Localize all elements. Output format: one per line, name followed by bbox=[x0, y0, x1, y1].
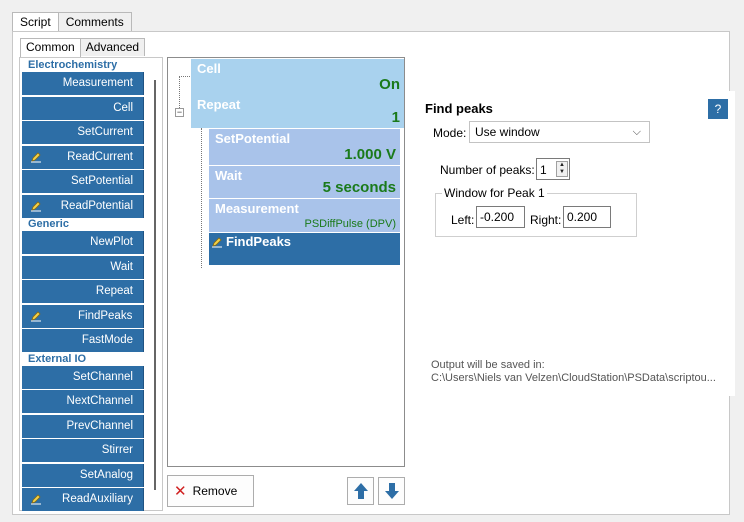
block-value: 5 seconds bbox=[322, 179, 396, 196]
palette-item-setcurrent[interactable]: SetCurrent bbox=[22, 121, 144, 144]
output-location: Output will be saved in: C:\Users\Niels … bbox=[431, 359, 716, 385]
palette-item-label: ReadCurrent bbox=[67, 150, 133, 163]
palette-item-readauxiliary[interactable]: ReadAuxiliary bbox=[22, 488, 144, 511]
palette-item-label: ReadAuxiliary bbox=[62, 493, 133, 505]
palette-scrollbar[interactable] bbox=[154, 80, 156, 490]
tab-comments[interactable]: Comments bbox=[58, 12, 132, 32]
palette-item-setchannel[interactable]: SetChannel bbox=[22, 365, 144, 389]
window-groupbox: Window for Peak 1 Left: -0.200 Right: 0.… bbox=[435, 186, 637, 237]
palette-item-setanalog[interactable]: SetAnalog bbox=[22, 463, 144, 487]
block-title: Cell bbox=[197, 61, 221, 76]
palette-item-repeat[interactable]: Repeat bbox=[22, 280, 144, 303]
palette-item-fastmode[interactable]: FastMode bbox=[22, 329, 144, 352]
tree-connector bbox=[179, 76, 190, 77]
script-editor[interactable]: − Cell On Repeat 1 SetPotential 1.000 V … bbox=[167, 57, 405, 467]
palette-item-measurement[interactable]: Measurement bbox=[22, 72, 144, 95]
num-peaks-label: Number of peaks: bbox=[440, 163, 535, 177]
palette-item-cell[interactable]: Cell bbox=[22, 96, 144, 120]
pencil-icon bbox=[31, 200, 41, 211]
tree-connector bbox=[201, 128, 202, 268]
palette-item-wait[interactable]: Wait bbox=[22, 255, 144, 279]
panel-title: Find peaks bbox=[425, 101, 493, 116]
tree-connector bbox=[179, 76, 180, 108]
palette-item-findpeaks[interactable]: FindPeaks bbox=[22, 304, 144, 328]
palette-item-label: FindPeaks bbox=[78, 309, 133, 322]
top-tab-bar: Script Comments bbox=[12, 12, 132, 33]
script-block-setpotential[interactable]: SetPotential 1.000 V bbox=[209, 129, 400, 165]
mode-select[interactable]: Use window ⌵ bbox=[469, 121, 650, 143]
arrow-up-icon bbox=[353, 483, 368, 499]
window-group-label: Window for Peak 1 bbox=[442, 186, 547, 200]
spin-arrows-icon[interactable]: ▲ ▼ bbox=[556, 161, 568, 177]
block-title: FindPeaks bbox=[226, 234, 292, 249]
block-title: Repeat bbox=[197, 97, 241, 112]
close-icon: ✕ bbox=[174, 483, 187, 500]
block-value: 1.000 V bbox=[344, 146, 396, 163]
remove-button[interactable]: ✕ Remove bbox=[167, 475, 254, 507]
pencil-icon bbox=[31, 310, 41, 321]
help-button[interactable]: ? bbox=[708, 99, 728, 119]
right-input[interactable]: 0.200 bbox=[563, 206, 611, 228]
arrow-down-icon bbox=[384, 483, 399, 499]
block-value: PSDiffPulse (DPV) bbox=[304, 218, 397, 230]
palette-item-setpotential[interactable]: SetPotential bbox=[22, 170, 144, 193]
palette-item-readpotential[interactable]: ReadPotential bbox=[22, 194, 144, 218]
palette-item-readcurrent[interactable]: ReadCurrent bbox=[22, 145, 144, 169]
palette-item-stirrer[interactable]: Stirrer bbox=[22, 439, 144, 462]
mode-select-value: Use window bbox=[475, 125, 540, 139]
palette-tab-bar: Common Advanced bbox=[20, 38, 146, 58]
output-path: C:\Users\Niels van Velzen\CloudStation\P… bbox=[431, 372, 716, 384]
tab-common[interactable]: Common bbox=[20, 38, 81, 58]
collapse-toggle[interactable]: − bbox=[175, 108, 184, 117]
script-block-cell[interactable]: Cell On bbox=[191, 59, 404, 95]
block-title: SetPotential bbox=[215, 131, 291, 146]
palette-item-prevchannel[interactable]: PrevChannel bbox=[22, 414, 144, 438]
chevron-down-icon: ⌵ bbox=[632, 126, 641, 138]
block-value: 1 bbox=[391, 109, 400, 126]
block-title: Wait bbox=[215, 168, 242, 183]
remove-button-label: Remove bbox=[192, 484, 238, 498]
script-block-wait[interactable]: Wait 5 seconds bbox=[209, 166, 400, 198]
tab-script[interactable]: Script bbox=[12, 12, 59, 33]
num-peaks-stepper[interactable]: 1 ▲ ▼ bbox=[536, 158, 570, 180]
category-generic: Generic bbox=[28, 218, 69, 230]
command-palette: Electrochemistry Measurement Cell SetCur… bbox=[19, 57, 163, 511]
properties-panel: Find peaks ? Mode: Use window ⌵ Number o… bbox=[419, 91, 735, 396]
palette-item-label: ReadPotential bbox=[60, 199, 133, 212]
palette-item-nextchannel[interactable]: NextChannel bbox=[22, 390, 144, 413]
palette-item-newplot[interactable]: NewPlot bbox=[22, 231, 144, 254]
left-label: Left: bbox=[451, 213, 475, 227]
script-block-findpeaks[interactable]: FindPeaks bbox=[209, 233, 400, 265]
left-input[interactable]: -0.200 bbox=[476, 206, 525, 228]
category-external-io: External IO bbox=[28, 352, 87, 365]
category-electrochemistry: Electrochemistry bbox=[28, 59, 118, 71]
pencil-icon bbox=[212, 237, 222, 248]
output-label: Output will be saved in: bbox=[431, 359, 545, 371]
block-value: On bbox=[379, 76, 400, 93]
tab-advanced[interactable]: Advanced bbox=[80, 38, 146, 56]
move-up-button[interactable] bbox=[347, 477, 374, 505]
pencil-icon bbox=[31, 494, 41, 505]
script-block-repeat[interactable]: Repeat 1 bbox=[191, 95, 404, 128]
script-block-measurement[interactable]: Measurement PSDiffPulse (DPV) bbox=[209, 199, 400, 232]
pencil-icon bbox=[31, 151, 41, 162]
right-label: Right: bbox=[530, 213, 562, 227]
num-peaks-value: 1 bbox=[540, 163, 547, 177]
move-down-button[interactable] bbox=[378, 477, 405, 505]
mode-label: Mode: bbox=[433, 126, 467, 140]
block-title: Measurement bbox=[215, 201, 299, 216]
